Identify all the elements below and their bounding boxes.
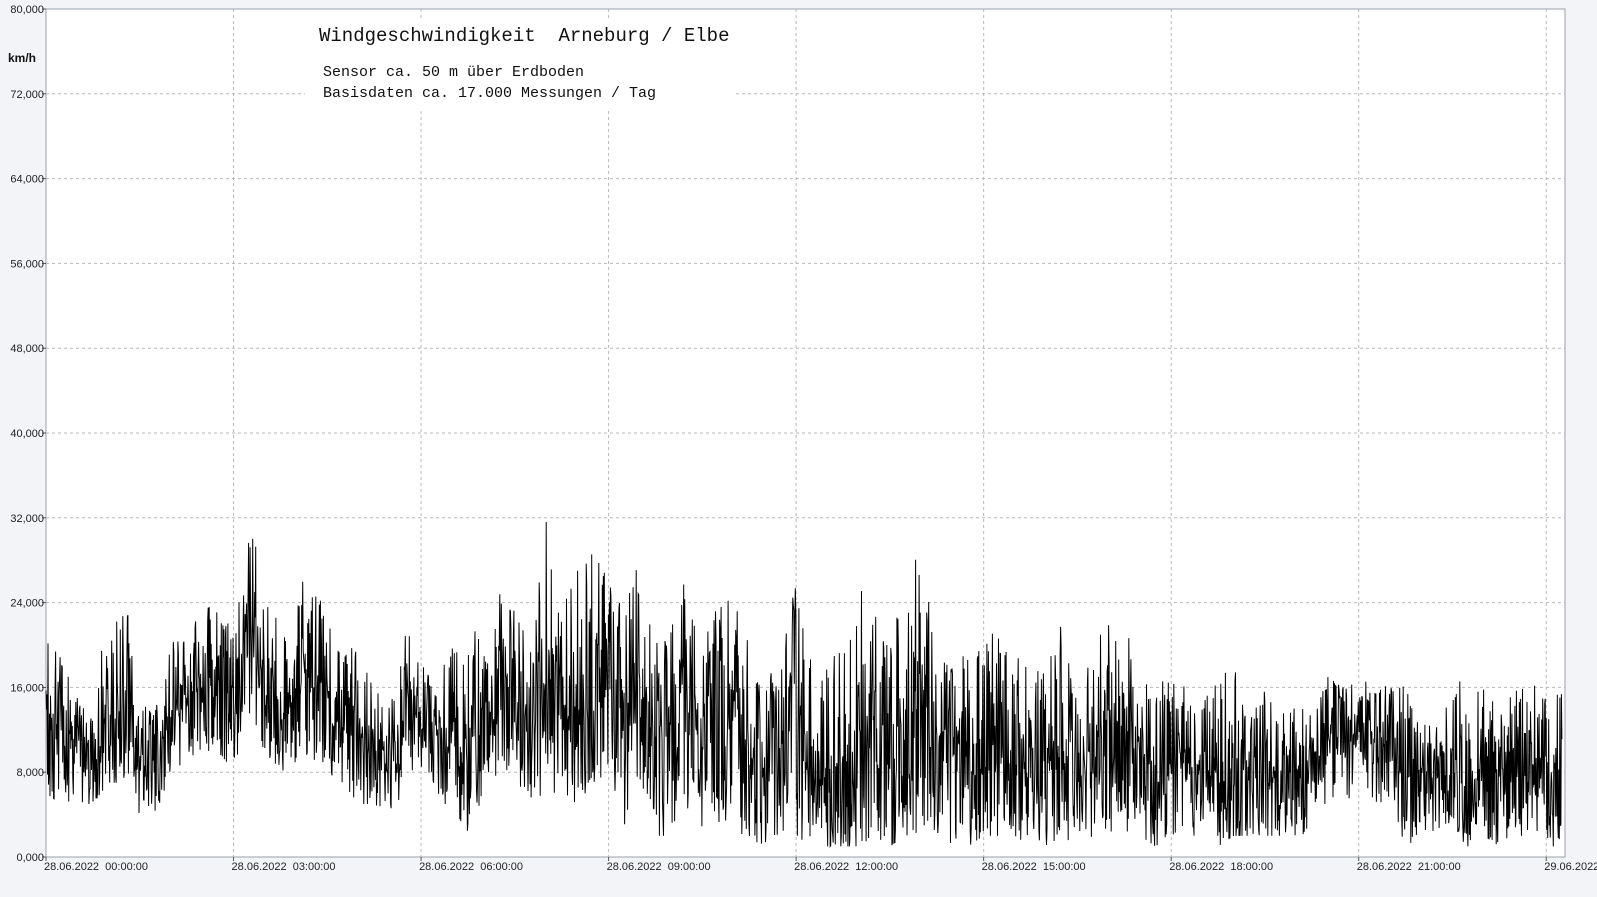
x-tick-label: 28.06.2022 12:00:00: [794, 861, 898, 873]
y-tick-label: 64,000: [10, 174, 44, 186]
y-tick-label: 16,000: [10, 682, 44, 694]
wind-speed-chart: 0,000 8,000 16,000 24,000 32,000 40,000 48,000…: [8, 4, 1597, 873]
y-axis-ticks: 0,000 8,000 16,000 24,000 32,000 40,000 48,000…: [10, 4, 46, 864]
chart-subtitle-basis: Basisdaten ca. 17.000 Messungen / Tag: [323, 85, 656, 102]
y-tick-label: 8,000: [16, 767, 44, 779]
x-tick-label: 28.06.2022 18:00:00: [1169, 861, 1273, 873]
x-axis-ticks: 28.06.2022 00:00:00 28.06.2022 03:00:00 28…: [44, 857, 1597, 873]
x-tick-label: 29.06.2022 00:00:00: [1544, 861, 1597, 873]
x-tick-label: 28.06.2022 21:00:00: [1357, 861, 1461, 873]
y-tick-label: 0,000: [16, 852, 44, 864]
chart-frame: 0,000 8,000 16,000 24,000 32,000 40,000 48,000…: [0, 0, 1597, 897]
x-tick-label: 28.06.2022 15:00:00: [982, 861, 1086, 873]
x-tick-label: 28.06.2022 03:00:00: [232, 861, 336, 873]
y-tick-label: 24,000: [10, 598, 44, 610]
y-tick-label: 72,000: [10, 89, 44, 101]
y-tick-label: 48,000: [10, 343, 44, 355]
chart-title: Windgeschwindigkeit Arneburg / Elbe: [319, 25, 729, 47]
y-tick-label: 40,000: [10, 428, 44, 440]
y-tick-label: 32,000: [10, 513, 44, 525]
y-tick-label: 56,000: [10, 258, 44, 270]
x-tick-label: 28.06.2022 06:00:00: [419, 861, 523, 873]
chart-subtitle-sensor: Sensor ca. 50 m über Erdboden: [323, 64, 584, 81]
x-tick-label: 28.06.2022 09:00:00: [607, 861, 711, 873]
y-axis-unit-label: km/h: [8, 51, 36, 65]
x-tick-label: 28.06.2022 00:00:00: [44, 861, 148, 873]
y-tick-label: 80,000: [10, 4, 44, 16]
